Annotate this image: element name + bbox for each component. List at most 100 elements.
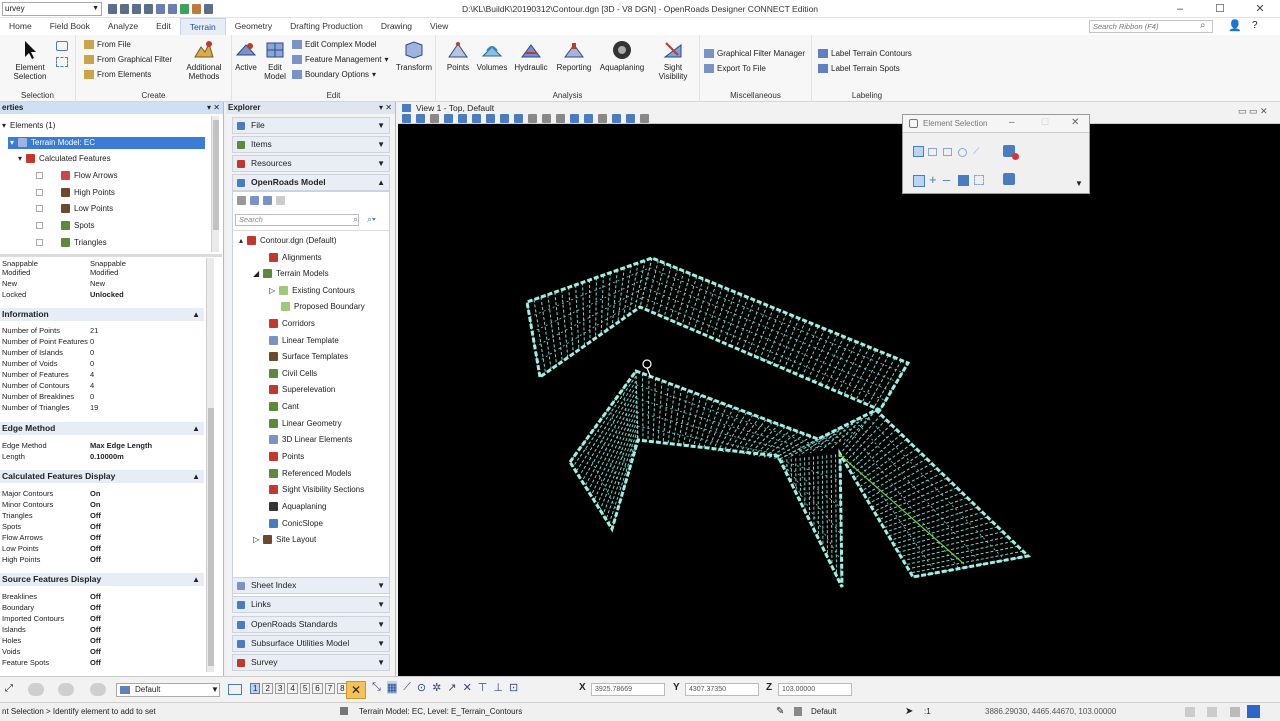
refresh-icon[interactable]	[237, 196, 246, 205]
view-7-button[interactable]: 7	[325, 683, 335, 694]
property-row[interactable]: Major ContoursOn	[0, 488, 204, 499]
view-settings-icon[interactable]	[430, 114, 439, 123]
line-method-icon[interactable]: ⟋	[973, 146, 979, 157]
additional-methods-button[interactable]: Additional Methods	[180, 39, 228, 81]
invert-mode-icon[interactable]	[958, 175, 969, 186]
tree-item-linear-geometry[interactable]: Linear Geometry	[269, 419, 342, 428]
tab-edit[interactable]: Edit	[147, 18, 180, 35]
select-mode-icon[interactable]	[56, 41, 68, 51]
property-row[interactable]: Imported ContoursOff	[0, 613, 204, 624]
forward-icon[interactable]	[58, 683, 74, 696]
property-row[interactable]: BreaklinesOff	[0, 591, 204, 602]
settings-icon[interactable]	[1230, 707, 1240, 717]
tree-item-terrain-models[interactable]: ◢Terrain Models	[253, 269, 329, 278]
property-row[interactable]: VoidsOff	[0, 646, 204, 657]
signal-icon[interactable]	[1247, 705, 1260, 718]
ribbon-search-input[interactable]: Search Ribbon (F4)	[1089, 20, 1213, 33]
level-dropdown[interactable]: Default ▼	[116, 683, 220, 697]
aquaplaning-button[interactable]: Aquaplaning	[594, 39, 650, 72]
tree-item-points[interactable]: Points	[269, 452, 304, 461]
tab-view[interactable]: View	[421, 18, 457, 35]
print-icon[interactable]	[144, 4, 153, 14]
save-all-icon[interactable]	[132, 4, 141, 14]
maximize-icon[interactable]: ☐	[1200, 0, 1240, 18]
from-graphical-filter-button[interactable]: From Graphical Filter	[84, 55, 172, 64]
individual-method-icon[interactable]	[913, 146, 924, 157]
tree-item-sight-visibility-sections[interactable]: Sight Visibility Sections	[269, 485, 364, 494]
snap-midpoint-icon[interactable]: ⊡	[509, 681, 518, 694]
add-mode-icon[interactable]: +	[929, 172, 937, 187]
close-icon[interactable]: ✕	[1071, 117, 1079, 128]
redo-icon[interactable]	[168, 4, 177, 14]
z-coordinate-field[interactable]: 103.00000	[778, 683, 852, 696]
sight-visibility-button[interactable]: Sight Visibility	[650, 39, 696, 81]
checkbox[interactable]	[36, 189, 43, 196]
undo-icon[interactable]	[156, 4, 165, 14]
close-icon[interactable]: ▾ ✕	[379, 102, 392, 114]
from-elements-button[interactable]: From Elements	[84, 70, 151, 79]
zoom-out-icon[interactable]	[472, 114, 481, 123]
element-selection-button[interactable]: Element Selection	[4, 39, 56, 81]
clear-selection-icon[interactable]	[1012, 153, 1019, 160]
graphical-filter-manager-button[interactable]: Graphical Filter Manager	[704, 49, 805, 58]
view-groups-icon[interactable]	[228, 684, 242, 695]
explorer-section-resources[interactable]: Resources▼	[232, 155, 390, 172]
label-terrain-contours-button[interactable]: Label Terrain Contours	[818, 49, 912, 58]
tree-item-site-layout[interactable]: ▷Site Layout	[253, 535, 316, 544]
reporting-button[interactable]: Reporting	[552, 39, 596, 72]
tree-item-calculated-features[interactable]: ▾Calculated Features	[18, 154, 111, 163]
explorer-section-openroads-standards[interactable]: OpenRoads Standards▼	[232, 616, 390, 633]
tree-item-terrain-model[interactable]: ▾Terrain Model: EC	[10, 138, 95, 147]
pen-icon[interactable]: ✎	[776, 703, 784, 721]
tab-home[interactable]: Home	[0, 18, 41, 35]
tab-field-book[interactable]: Field Book	[41, 18, 99, 35]
fit-view-icon[interactable]	[500, 114, 509, 123]
view-4-button[interactable]: 4	[287, 683, 297, 694]
snap-center-icon[interactable]: ⊙	[417, 681, 426, 694]
minimize-icon[interactable]: –	[1009, 117, 1015, 128]
checkbox[interactable]	[36, 205, 43, 212]
label-terrain-spots-button[interactable]: Label Terrain Spots	[818, 64, 900, 73]
tree-item-civil-cells[interactable]: Civil Cells	[269, 369, 317, 378]
new-file-icon[interactable]	[108, 4, 117, 14]
checkbox[interactable]	[36, 172, 43, 179]
volumes-button[interactable]: Volumes	[474, 39, 510, 72]
tab-geometry[interactable]: Geometry	[226, 18, 281, 35]
snap-intersection-icon[interactable]: ✕	[463, 681, 472, 694]
property-row[interactable]: SpotsOff	[0, 521, 204, 532]
lock-icon[interactable]	[794, 707, 802, 716]
tab-terrain[interactable]: Terrain	[180, 18, 226, 36]
property-row[interactable]: TrianglesOff	[0, 510, 204, 521]
checkbox[interactable]	[36, 239, 43, 246]
chevron-down-icon[interactable]: ▼	[1075, 179, 1083, 188]
checkbox[interactable]	[36, 222, 43, 229]
tree-item-conicslope[interactable]: ConicSlope	[269, 519, 323, 528]
explorer-section-file[interactable]: File▼	[232, 117, 390, 134]
filter-icon[interactable]	[250, 196, 259, 205]
settings-icon[interactable]	[90, 683, 106, 696]
explorer-section-links[interactable]: Links▼	[232, 596, 390, 613]
view-5-button[interactable]: 5	[300, 683, 310, 694]
message-center-icon[interactable]	[1185, 707, 1195, 717]
snap-tangent-icon[interactable]: ⊤	[478, 681, 488, 694]
render-icon[interactable]	[612, 114, 621, 123]
view-previous-icon[interactable]	[542, 114, 551, 123]
fit-icon[interactable]: ⤢	[5, 683, 13, 694]
tree-item-proposed-boundary[interactable]: Proposed Boundary	[281, 302, 365, 311]
x-coordinate-field[interactable]: 3925.78669	[591, 683, 665, 696]
calculated-features-display-header[interactable]: Calculated Features Display▲	[0, 470, 204, 483]
tab-analyze[interactable]: Analyze	[99, 18, 147, 35]
explorer-section-sheet-index[interactable]: Sheet Index▼	[232, 577, 390, 594]
clip-volume-icon[interactable]	[570, 114, 579, 123]
property-row[interactable]: HolesOff	[0, 635, 204, 646]
view-2-button[interactable]: 2	[262, 683, 272, 694]
save-status-icon[interactable]	[1207, 707, 1217, 717]
transform-button[interactable]: Transform	[392, 39, 436, 72]
snap-keypoint-icon[interactable]: ⤡	[372, 681, 381, 694]
view-6-button[interactable]: 6	[312, 683, 322, 694]
view-next-icon[interactable]	[556, 114, 565, 123]
walk-icon[interactable]	[598, 114, 607, 123]
search-icon[interactable]: ⌕	[353, 214, 358, 225]
rotate-view-icon[interactable]	[514, 114, 523, 123]
settings-icon[interactable]	[276, 196, 285, 205]
